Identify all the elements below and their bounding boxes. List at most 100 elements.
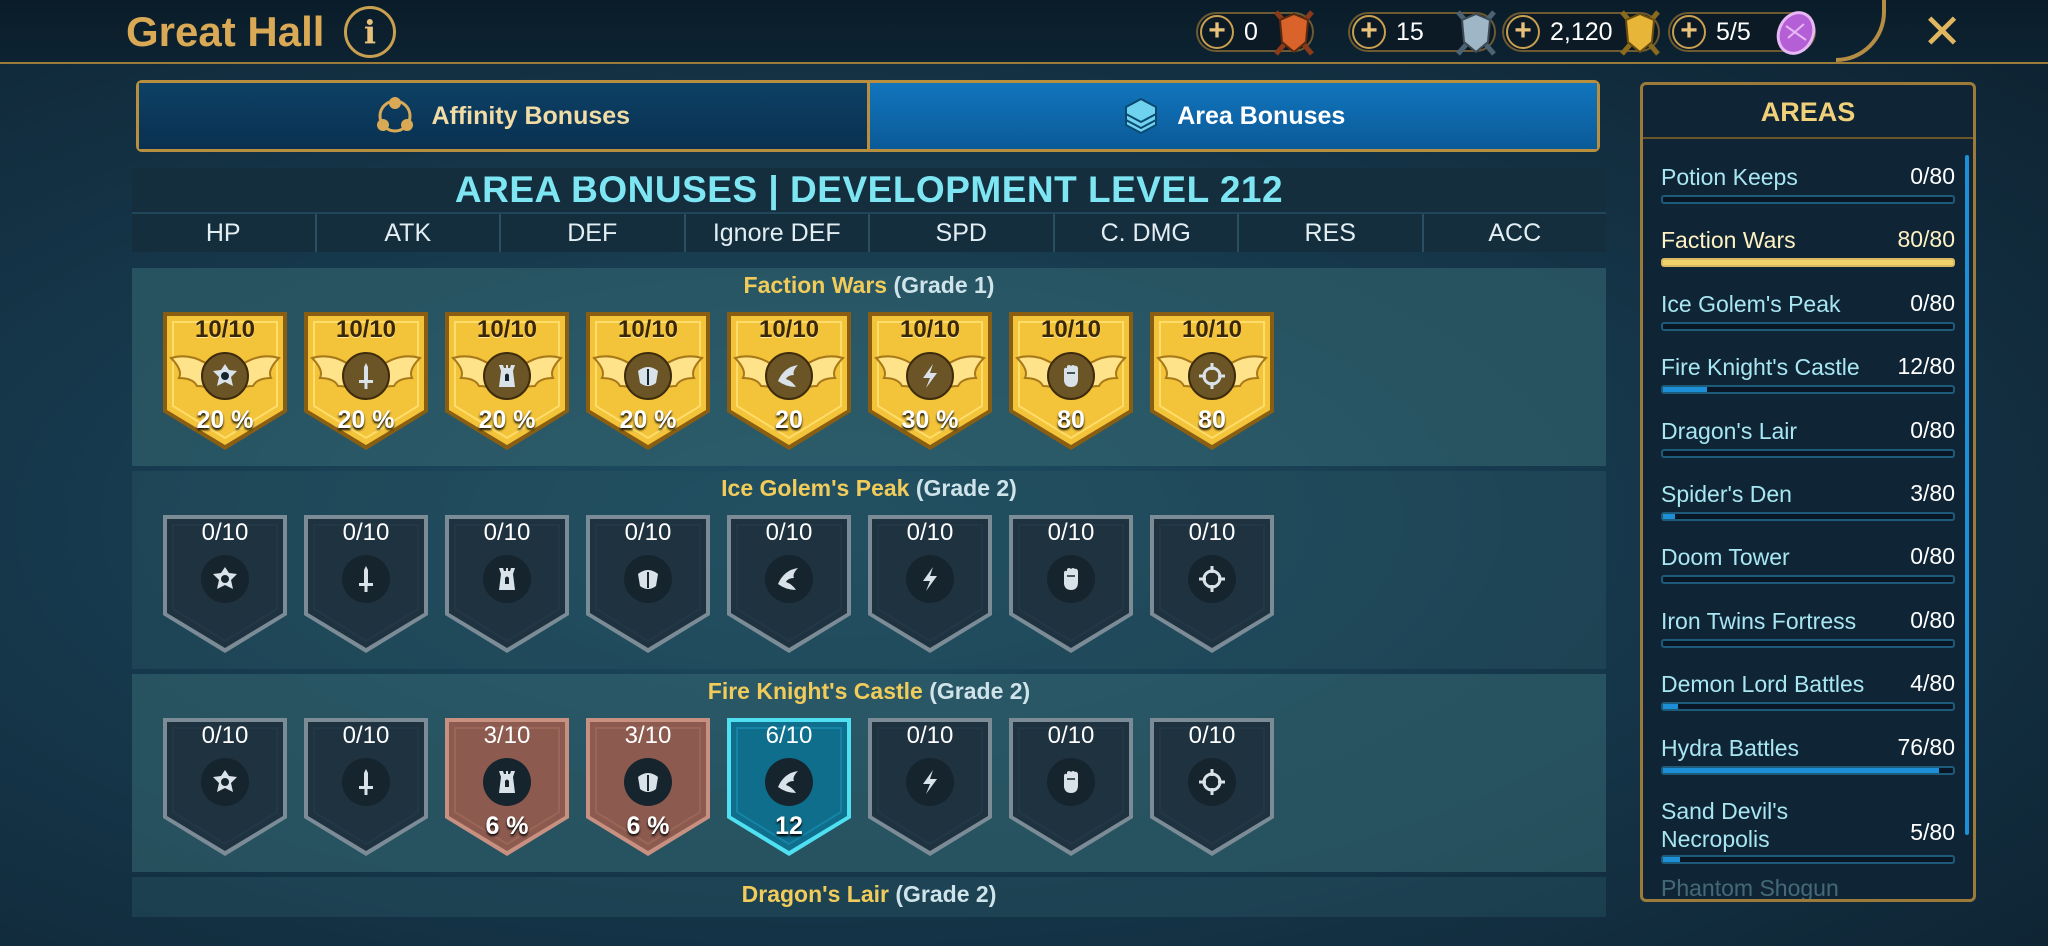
area-progress-bar xyxy=(1661,321,1955,331)
bonus-badge-c-dmg[interactable]: 10/10 30 % xyxy=(864,308,996,454)
bonus-badge-res[interactable]: 10/10 80 xyxy=(1005,308,1137,454)
badge-value: 6 % xyxy=(626,812,670,840)
add-gem-button[interactable]: + xyxy=(1672,15,1706,49)
bonus-badge-def[interactable]: 0/10 xyxy=(441,511,573,657)
area-item[interactable]: Sand Devil's Necropolis 5/80 xyxy=(1661,789,1955,875)
bonus-badge-spd[interactable]: 0/10 xyxy=(723,511,855,657)
areas-title: AREAS xyxy=(1643,85,1973,139)
ignore-def-icon xyxy=(624,352,672,400)
bonus-badge-ignore-def[interactable]: 10/10 20 % xyxy=(582,308,714,454)
bonus-badge-atk[interactable]: 0/10 xyxy=(300,714,432,860)
badge-level: 3/10 xyxy=(624,722,672,749)
bonus-badge-acc[interactable]: 0/10 xyxy=(1146,714,1278,860)
area-progress-fill xyxy=(1663,856,1681,862)
area-count: 0/80 xyxy=(1910,289,1955,316)
badge-value: 20 % xyxy=(478,406,536,434)
area-name: Potion Keeps xyxy=(1661,164,1798,190)
bonus-badge-ignore-def[interactable]: 0/10 xyxy=(582,511,714,657)
bonus-badge-hp[interactable]: 0/10 xyxy=(159,714,291,860)
tab-bar: Affinity Bonuses Area Bonuses xyxy=(136,80,1600,152)
badge-value: 80 xyxy=(1057,406,1085,434)
column-header: DEF xyxy=(501,214,686,252)
area-progress-fill xyxy=(1663,260,1953,266)
section-title: Faction Wars (Grade 1) xyxy=(743,272,995,298)
bonus-badge-acc[interactable]: 10/10 80 xyxy=(1146,308,1278,454)
area-name: Hydra Battles xyxy=(1661,734,1800,761)
area-progress-bar xyxy=(1661,854,1955,864)
hp-icon xyxy=(201,758,249,806)
tab-affinity-bonuses[interactable]: Affinity Bonuses xyxy=(139,83,870,149)
resource-value: 2,120 xyxy=(1550,17,1613,46)
area-item[interactable]: Iron Twins Fortress 0/80 xyxy=(1661,599,1955,662)
bonus-badge-atk[interactable]: 0/10 xyxy=(300,511,432,657)
bonus-badge-res[interactable]: 0/10 xyxy=(1005,714,1137,860)
bonus-badge-spd[interactable]: 6/10 12 xyxy=(723,714,855,860)
spd-icon xyxy=(765,352,813,400)
bonus-badge-ignore-def[interactable]: 3/10 6 % xyxy=(582,714,714,860)
spd-icon xyxy=(765,555,813,603)
badge-value: 20 % xyxy=(619,406,677,434)
column-header: HP xyxy=(132,214,317,252)
tab-area-bonuses[interactable]: Area Bonuses xyxy=(869,83,1597,149)
add-silver-shield-button[interactable]: + xyxy=(1352,15,1386,49)
area-section: Dragon's Lair (Grade 2) xyxy=(132,877,1606,917)
badge-level: 10/10 xyxy=(335,316,397,343)
bonus-badge-hp[interactable]: 0/10 xyxy=(159,511,291,657)
areas-scrollbar[interactable] xyxy=(1965,155,1969,835)
bonus-badge-hp[interactable]: 10/10 20 % xyxy=(159,308,291,454)
bonus-badge-def[interactable]: 3/10 6 % xyxy=(441,714,573,860)
area-progress-bar xyxy=(1661,195,1955,204)
bonus-badge-spd[interactable]: 10/10 20 xyxy=(723,308,855,454)
area-progress-fill xyxy=(1663,767,1939,773)
crit-dmg-icon xyxy=(906,758,954,806)
bonus-badge-def[interactable]: 10/10 20 % xyxy=(441,308,573,454)
bonus-badge-res[interactable]: 0/10 xyxy=(1005,511,1137,657)
bonus-badge-atk[interactable]: 10/10 20 % xyxy=(300,308,432,454)
badge-level: 0/10 xyxy=(624,519,672,546)
add-gold-shield-button[interactable]: + xyxy=(1506,15,1540,49)
bonus-badge-acc[interactable]: 0/10 xyxy=(1146,511,1278,657)
area-item[interactable]: Faction Wars 80/80 xyxy=(1661,218,1955,281)
crit-dmg-icon xyxy=(906,352,954,400)
badge-value: 20 % xyxy=(337,406,395,434)
badge-value: 80 xyxy=(1198,406,1226,434)
area-name: Doom Tower xyxy=(1661,544,1790,571)
development-level-title: AREA BONUSES | DEVELOPMENT LEVEL 212 xyxy=(454,169,1284,210)
area-name: Faction Wars xyxy=(1661,227,1796,254)
badge-level: 0/10 xyxy=(1188,722,1236,749)
area-count: 0/80 xyxy=(1910,416,1955,443)
area-name: Iron Twins Fortress xyxy=(1661,607,1857,634)
area-item[interactable]: Demon Lord Battles 4/80 xyxy=(1661,662,1955,725)
info-button[interactable]: i xyxy=(344,6,396,58)
res-icon xyxy=(1047,352,1095,400)
badge-level: 0/10 xyxy=(483,519,531,546)
resource-purple-gem: + 5/5 xyxy=(1668,11,1816,55)
area-item[interactable]: Dragon's Lair 0/80 xyxy=(1661,409,1955,472)
area-count: 0/80 xyxy=(1910,543,1955,570)
area-item[interactable]: Doom Tower 0/80 xyxy=(1661,535,1955,598)
atk-icon xyxy=(342,758,390,806)
add-orange-shield-button[interactable]: + xyxy=(1200,15,1234,49)
area-name: Fire Knight's Castle xyxy=(1661,354,1860,381)
area-item[interactable]: Ice Golem's Peak 0/80 xyxy=(1661,282,1955,345)
page-title: Great Hall xyxy=(126,8,325,55)
badge-level: 0/10 xyxy=(765,519,813,546)
area-item[interactable]: Spider's Den 3/80 xyxy=(1661,472,1955,535)
badge-level: 0/10 xyxy=(201,722,249,749)
bonus-badge-c-dmg[interactable]: 0/10 xyxy=(864,511,996,657)
area-item-partial[interactable]: Phantom Shogun xyxy=(1661,875,1839,899)
area-progress-fill xyxy=(1663,704,1678,710)
badge-level: 10/10 xyxy=(476,316,538,343)
column-header: SPD xyxy=(870,214,1055,252)
area-item[interactable]: Potion Keeps 0/80 xyxy=(1661,155,1955,218)
column-header: C. DMG xyxy=(1055,214,1239,252)
area-progress-bar xyxy=(1661,511,1955,521)
close-button[interactable]: ✕ xyxy=(1922,4,1962,60)
areas-list: Potion Keeps 0/80 Faction Wars 80/80 Ice Gol… xyxy=(1661,155,1955,875)
badge-level: 10/10 xyxy=(194,316,256,343)
hp-icon xyxy=(201,555,249,603)
area-item[interactable]: Hydra Battles 76/80 xyxy=(1661,726,1955,789)
area-item[interactable]: Fire Knight's Castle 12/80 xyxy=(1661,345,1955,408)
bonus-badge-c-dmg[interactable]: 0/10 xyxy=(864,714,996,860)
res-icon xyxy=(1047,555,1095,603)
